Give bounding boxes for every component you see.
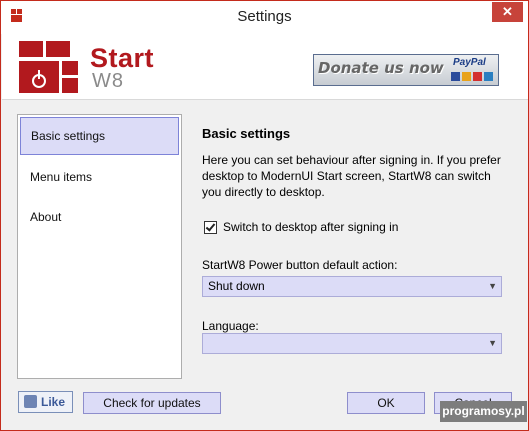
facebook-like-button[interactable]: Like (18, 391, 73, 413)
settings-window: Settings ✕ Start W8 Donate us now PayPal (0, 0, 529, 431)
section-title: Basic settings (202, 126, 291, 141)
sidebar-item-basic-settings[interactable]: Basic settings (20, 117, 179, 155)
checkmark-icon (205, 221, 216, 232)
like-label: Like (41, 395, 66, 409)
check-for-updates-button[interactable]: Check for updates (83, 392, 221, 414)
switch-to-desktop-checkbox[interactable] (204, 221, 217, 234)
window-title: Settings (237, 8, 292, 25)
app-header: Start W8 Donate us now PayPal (2, 34, 528, 100)
switch-to-desktop-label[interactable]: Switch to desktop after signing in (223, 220, 398, 234)
donate-button[interactable]: Donate us now PayPal (313, 54, 499, 86)
language-label: Language: (202, 319, 259, 333)
settings-sidebar: Basic settings Menu items About (17, 114, 182, 379)
chevron-down-icon: ▼ (488, 281, 497, 291)
power-action-label: StartW8 Power button default action: (202, 258, 398, 272)
chevron-down-icon: ▼ (488, 338, 497, 348)
power-action-value: Shut down (208, 279, 265, 293)
ok-button[interactable]: OK (347, 392, 425, 414)
thumbs-up-icon (24, 395, 37, 408)
language-select[interactable]: ▼ (202, 333, 502, 354)
switch-to-desktop-option[interactable]: Switch to desktop after signing in (202, 220, 502, 236)
sidebar-item-about[interactable]: About (20, 198, 179, 236)
donate-label: Donate us now (318, 59, 444, 77)
credit-cards-icon (451, 72, 495, 82)
watermark: programosy.pl (440, 401, 527, 422)
close-button[interactable]: ✕ (492, 2, 523, 22)
title-bar[interactable]: Settings ✕ (1, 1, 528, 34)
sidebar-item-menu-items[interactable]: Menu items (20, 158, 179, 196)
section-description: Here you can set behaviour after signing… (202, 153, 501, 199)
power-action-select[interactable]: Shut down ▼ (202, 276, 502, 297)
startw8-logo (19, 41, 79, 93)
paypal-logo: PayPal (453, 57, 486, 68)
brand-w8-text: W8 (92, 70, 124, 92)
